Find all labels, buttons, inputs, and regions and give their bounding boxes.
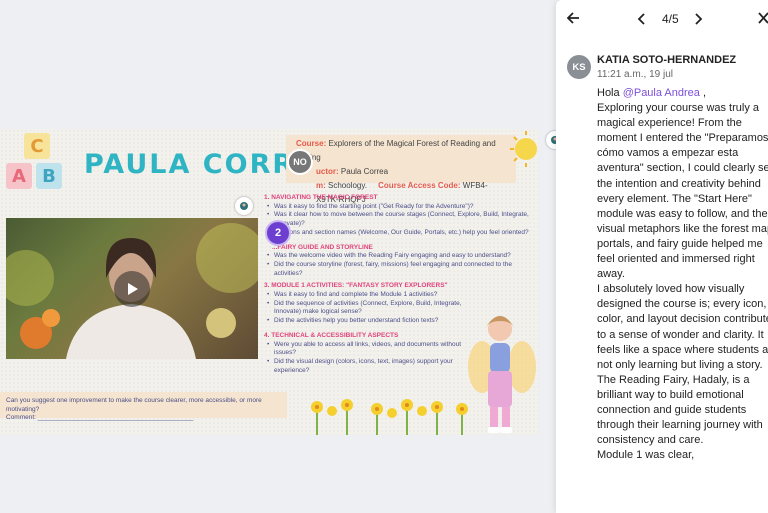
greeting-end: ,: [699, 87, 707, 99]
question: Did the sequence of activities (Connect,…: [264, 300, 474, 317]
improvement-box: Can you suggest one improvement to make …: [0, 392, 287, 421]
comment-timestamp: 11:21 a.m., 19 jul: [597, 69, 673, 80]
course-label: Course:: [296, 139, 327, 148]
question: Did the visual design (colors, icons, te…: [264, 358, 474, 375]
course-value: Explorers of the Magical Forest of Readi…: [296, 139, 496, 162]
flowers-image: [311, 399, 468, 435]
platform-label: m:: [316, 181, 326, 190]
platform-value: Schoology.: [328, 181, 368, 190]
back-arrow-icon[interactable]: [565, 10, 581, 26]
comment-panel: 4/5 KS KATIA SOTO-HERNANDEZ 11:21 a.m., …: [556, 0, 768, 513]
camera-icon: [240, 202, 248, 210]
question: Was the welcome video with the Reading F…: [264, 252, 536, 261]
block-c: C: [24, 133, 50, 159]
greeting-line: Hola @Paula Andrea ,: [597, 86, 768, 101]
sun-icon: [510, 131, 537, 167]
close-icon[interactable]: [758, 11, 768, 25]
question: Were you able to access all links, video…: [264, 341, 474, 358]
mention-link[interactable]: @Paula Andrea: [623, 87, 700, 99]
camera-badge[interactable]: [235, 197, 253, 215]
canvas-area: C A B PAULA CORREA Course: Explorers of …: [0, 0, 564, 513]
question: Was it clear how to move between the cou…: [264, 211, 536, 228]
comment-author: KATIA SOTO-HERNANDEZ: [597, 54, 737, 66]
greeting: Hola: [597, 87, 623, 99]
question: Did the course storyline (forest, fairy,…: [264, 261, 536, 278]
comment-paragraph: Module 1 was clear,: [597, 449, 695, 462]
question: Did the activities help you better under…: [264, 317, 474, 326]
fairy-character-image: [468, 316, 536, 433]
comment-body: Hola @Paula Andrea , Exploring your cour…: [597, 86, 768, 463]
instructor-label: uctor:: [316, 167, 339, 176]
block-b: B: [36, 163, 62, 189]
comment-paragraph: Exploring your course was truly a magica…: [597, 102, 768, 281]
comment-line: Comment: _______________________________…: [6, 414, 194, 421]
question: Was it easy to find the starting point (…: [264, 203, 536, 212]
section-title: ...FAIRY GUIDE AND STORYLINE: [272, 243, 373, 251]
course-info-box: Course: Explorers of the Magical Forest …: [286, 135, 516, 204]
comment-navigation: 4/5: [556, 0, 768, 38]
play-icon: [128, 283, 138, 295]
comment-marker[interactable]: 2: [265, 220, 291, 246]
presentation-slide[interactable]: C A B PAULA CORREA Course: Explorers of …: [0, 129, 538, 435]
video-player[interactable]: [6, 218, 258, 359]
no-badge[interactable]: NO: [287, 149, 313, 175]
play-button[interactable]: [114, 271, 150, 307]
chevron-left-icon[interactable]: [637, 12, 647, 26]
chevron-right-icon[interactable]: [693, 12, 703, 26]
comment-counter: 4/5: [662, 12, 679, 26]
instructor-value: Paula Correa: [340, 167, 389, 176]
section-title: 1. NAVIGATING THE MAGIC FOREST: [264, 194, 378, 201]
question: ...d icons and section names (Welcome, O…: [264, 229, 536, 238]
improve-question: Can you suggest one improvement to make …: [6, 397, 262, 413]
avatar[interactable]: KS: [567, 55, 591, 79]
abc-blocks-image: C A B: [2, 131, 72, 193]
access-code-label: Course Access Code:: [378, 181, 461, 190]
block-a: A: [6, 163, 32, 189]
section-title: 3. MODULE 1 ACTIVITIES: "FANTASY STORY E…: [264, 282, 448, 290]
comment-paragraph: I absolutely loved how visually designed…: [597, 283, 768, 447]
question: Was it easy to find and complete the Mod…: [264, 291, 474, 300]
